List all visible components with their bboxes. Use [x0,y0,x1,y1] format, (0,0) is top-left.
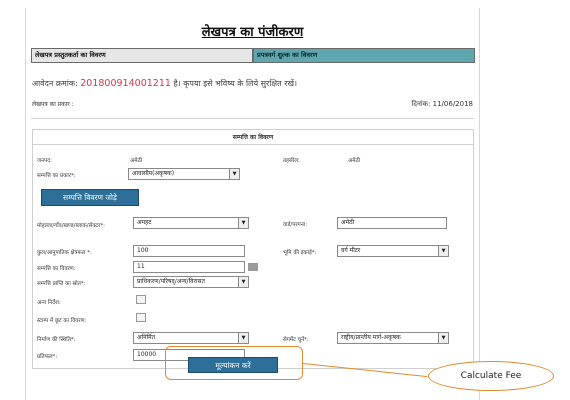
segment-label: सेगमेंट चुनें*: [283,337,309,343]
dropdown-arrow-icon: ▼ [238,333,248,343]
application-prefix: आवेदन क्रमांक: [32,79,81,88]
dropdown-arrow-icon: ▼ [438,333,448,343]
other-instructions-checkbox[interactable] [136,295,146,304]
calculate-fee-callout: Calculate Fee [428,361,554,391]
dropdown-arrow-icon: ▼ [238,277,248,287]
dropdown-arrow-icon: ▼ [229,169,239,179]
tehsil-label: तहसील: [283,158,300,164]
property-detail-field[interactable]: 11 [133,261,245,273]
construction-select[interactable]: अनिर्मित ▼ [133,332,249,344]
construction-label: निर्माण की स्थिति*: [37,337,76,343]
registration-form: लेखपत्र का पंजीकरण लेखपत्र प्रस्तुतकर्ता… [25,8,480,400]
construction-value: अनिर्मित [137,334,156,341]
mohalla-label: मोहल्ला/गाँव/खण्ड/ब्लाक/सेक्टर*: [37,223,105,229]
other-instructions-label: अन्य निर्देश: [37,300,61,306]
source-label: सम्पत्ति प्राप्ति का स्रोत*: [37,281,86,287]
land-unit-label: भूमि की इकाई*: [283,250,317,256]
stamp-exemption-checkbox[interactable] [136,313,146,322]
unit-icon [248,263,258,271]
divider [33,144,473,145]
segment-select[interactable]: राष्ट्रीय/प्रान्तीय मार्ग-अकृषक ▼ [337,332,449,344]
property-type-value: आवासीय(अकृषक) [132,170,175,177]
tab-bar: लेखपत्र प्रस्तुतकर्ता का विवरण प्रपत्रवर… [31,48,475,63]
tab-fee-details[interactable]: प्रपत्रवर्ग शुल्क का विवरण [253,48,475,63]
mohalla-select[interactable]: अमहट ▼ [133,217,249,229]
page-title: लेखपत्र का पंजीकरण [201,25,304,40]
application-suffix: है। कृपया इसे भविष्य के लिये सुरक्षित रख… [170,79,298,88]
dropdown-arrow-icon: ▼ [438,246,448,256]
add-property-button[interactable]: सम्पत्ति विवरण जोड़े [41,189,139,206]
divider [31,118,474,119]
janpad-label: जनपद: [37,158,53,164]
ward-field[interactable]: अमेठी [337,217,447,229]
property-type-label: सम्पत्ति का प्रकार*: [37,173,76,179]
mohalla-value: अमहट [137,219,152,226]
stamp-exemption-label: स्टाम्प में छूट का विवरण: [37,318,87,324]
land-unit-select[interactable]: वर्ग मीटर ▼ [337,245,449,257]
application-number: 201800914001211 [80,78,171,89]
tab-presenter-details[interactable]: लेखपत्र प्रस्तुतकर्ता का विवरण [31,48,253,63]
date-text: दिनांक: 11/06/2018 [411,100,473,108]
area-field[interactable]: 100 [133,245,245,257]
ward-label: वार्ड/परगना: [283,222,308,228]
segment-value: राष्ट्रीय/प्रान्तीय मार्ग-अकृषक [341,334,401,341]
janpad-value: अमेठी [130,158,143,164]
application-number-message: आवेदन क्रमांक: 201800914001211 है। कृपया… [32,78,297,89]
property-type-select[interactable]: आवासीय(अकृषक) ▼ [128,168,240,180]
document-type-label: लेखपत्र का प्रकार : [32,101,74,108]
land-unit-value: वर्ग मीटर [341,247,361,254]
consideration-label: प्रतिफल*: [37,354,58,360]
source-value: प्राधिकरण/परिषद्/अन्य/विरासत [137,278,205,285]
evaluate-button[interactable]: मूल्यांकन करें [188,357,278,373]
source-select[interactable]: प्राधिकरण/परिषद्/अन्य/विरासत ▼ [133,276,249,288]
area-label: कुल/आनुपातिक क्षेत्रफल *: [37,250,92,256]
property-detail-label: सम्पत्ति का विवरण: [37,266,76,272]
dropdown-arrow-icon: ▼ [238,218,248,228]
property-section-title: सम्पत्ति का विवरण [232,134,274,141]
tehsil-value: अमेठी [348,158,361,164]
property-details-panel: सम्पत्ति का विवरण जनपद: अमेठी तहसील: अमे… [32,129,474,369]
